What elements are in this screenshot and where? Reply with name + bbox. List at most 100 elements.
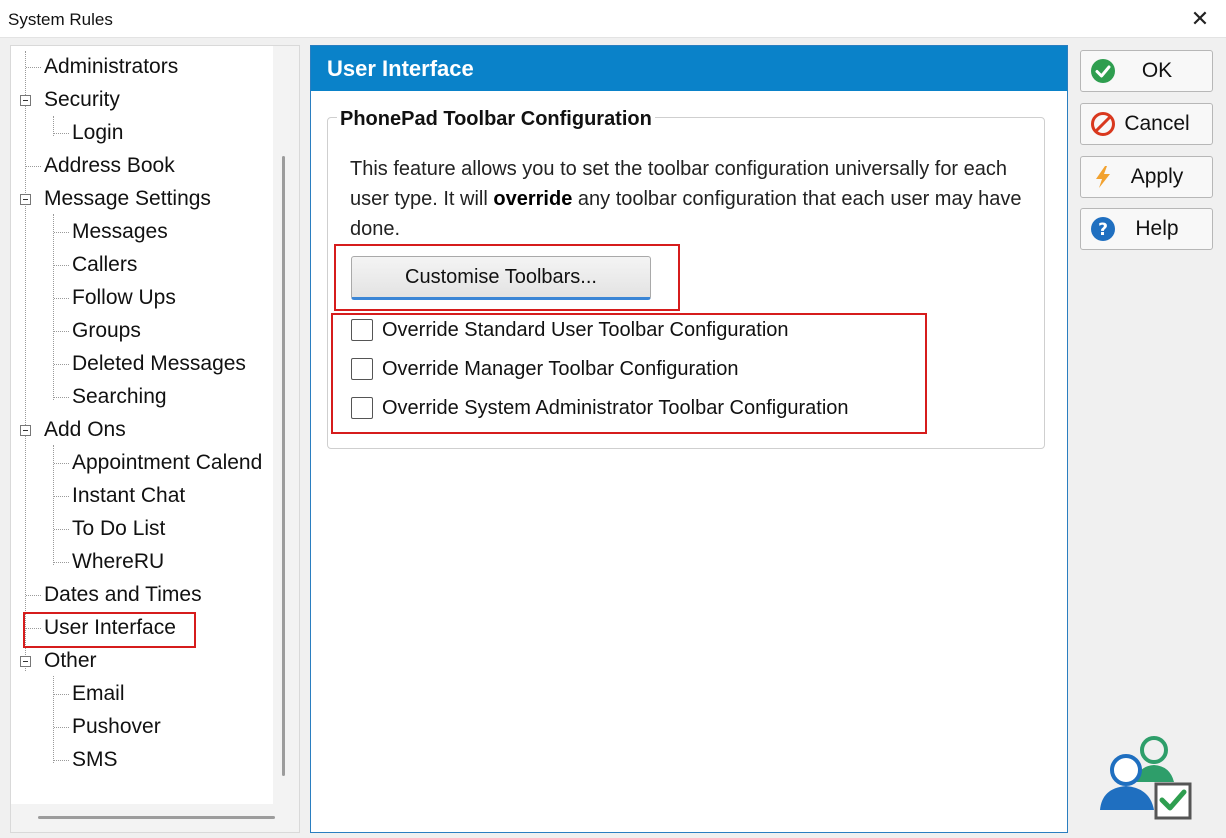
override-standard-user-checkbox[interactable]: Override Standard User Toolbar Configura… <box>351 315 789 345</box>
tree-item-messages[interactable]: Messages <box>72 217 168 247</box>
collapse-icon[interactable] <box>20 656 31 667</box>
tree-item-label: Groups <box>72 319 141 342</box>
help-button[interactable]: ? Help <box>1080 208 1213 250</box>
tree-item-label: SMS <box>72 748 118 771</box>
tree-item-label: Follow Ups <box>72 286 176 309</box>
panel-header: User Interface <box>311 46 1067 91</box>
tree-item-label: Other <box>44 649 97 672</box>
tree-connector <box>54 133 69 134</box>
tree-item-label: Searching <box>72 385 167 408</box>
description-emphasis: override <box>493 188 573 210</box>
override-manager-checkbox[interactable]: Override Manager Toolbar Configuration <box>351 354 739 384</box>
tree-item-to-do-list[interactable]: To Do List <box>72 514 165 544</box>
check-circle-icon <box>1090 58 1116 84</box>
tree-item-label: Messages <box>72 220 168 243</box>
selected-item-highlight <box>23 612 196 648</box>
tree-connector <box>54 331 69 332</box>
tree-item-whereru[interactable]: WhereRU <box>72 547 164 577</box>
tree-item-deleted-messages[interactable]: Deleted Messages <box>72 349 246 379</box>
feature-description: This feature allows you to set the toolb… <box>350 154 1030 244</box>
tree-item-label: Callers <box>72 253 138 276</box>
tree-connector <box>26 166 41 167</box>
tree-item-label: Appointment Calend <box>72 451 263 474</box>
apply-button[interactable]: Apply <box>1080 156 1213 198</box>
tree-item-message-settings[interactable]: Message Settings <box>44 184 211 214</box>
tree-item-instant-chat[interactable]: Instant Chat <box>72 481 185 511</box>
checkbox[interactable] <box>351 397 373 419</box>
checkbox[interactable] <box>351 358 373 380</box>
checkbox[interactable] <box>351 319 373 341</box>
tree-item-appointment-calendar[interactable]: Appointment Calend <box>72 448 272 478</box>
tree-item-label: Message Settings <box>44 187 211 210</box>
tree-connector <box>54 694 69 695</box>
checkbox-label: Override Manager Toolbar Configuration <box>382 358 739 380</box>
tree-item-label: Deleted Messages <box>72 352 246 375</box>
tree-vertical-scrollbar[interactable] <box>282 156 285 776</box>
tree-item-label: To Do List <box>72 517 166 540</box>
tree-item-callers[interactable]: Callers <box>72 250 137 280</box>
tree-item-searching[interactable]: Searching <box>72 382 167 412</box>
collapse-icon[interactable] <box>20 194 31 205</box>
tree-connector <box>54 265 69 266</box>
tree-connector <box>53 676 54 763</box>
tree-connector <box>54 529 69 530</box>
group-title: PhonePad Toolbar Configuration <box>337 106 655 132</box>
tree-item-label: Login <box>72 121 124 144</box>
tree-item-label: Instant Chat <box>72 484 186 507</box>
cancel-button[interactable]: Cancel <box>1080 103 1213 145</box>
collapse-icon[interactable] <box>20 95 31 106</box>
tree-connector <box>53 214 54 400</box>
tree-connector <box>25 51 26 671</box>
help-label: Help <box>1135 217 1179 240</box>
tree-scrollbar-track <box>273 46 299 832</box>
tree-item-login[interactable]: Login <box>72 118 123 148</box>
tree-connector <box>26 595 41 596</box>
settings-tree: Administrators Security Login Address Bo… <box>10 45 300 833</box>
tree-connector <box>54 364 69 365</box>
tree-item-add-ons[interactable]: Add Ons <box>44 415 126 445</box>
tree-item-label: Security <box>44 88 120 111</box>
prohibited-icon <box>1090 111 1116 137</box>
customise-toolbars-button[interactable]: Customise Toolbars... <box>351 256 651 300</box>
tree-horizontal-scrollbar[interactable] <box>38 816 275 819</box>
tree-item-groups[interactable]: Groups <box>72 316 141 346</box>
tree-item-label: Pushover <box>72 715 161 738</box>
collapse-icon[interactable] <box>20 425 31 436</box>
svg-text:?: ? <box>1098 220 1108 240</box>
question-circle-icon: ? <box>1090 216 1116 242</box>
tree-item-follow-ups[interactable]: Follow Ups <box>72 283 176 313</box>
ok-label: OK <box>1141 59 1173 82</box>
tree-connector <box>54 496 69 497</box>
tree-item-security[interactable]: Security <box>44 85 120 115</box>
tree-connector <box>54 463 69 464</box>
tree-item-pushover[interactable]: Pushover <box>72 712 161 742</box>
tree-connector <box>54 760 69 761</box>
tree-item-dates-and-times[interactable]: Dates and Times <box>44 580 202 610</box>
tree-item-address-book[interactable]: Address Book <box>44 151 175 181</box>
override-system-admin-checkbox[interactable]: Override System Administrator Toolbar Co… <box>351 393 849 423</box>
close-icon[interactable]: ✕ <box>1180 0 1220 38</box>
tree-connector <box>54 727 69 728</box>
tree-item-administrators[interactable]: Administrators <box>44 52 178 82</box>
apply-label: Apply <box>1130 165 1184 188</box>
tree-connector <box>26 67 41 68</box>
checkbox-label: Override Standard User Toolbar Configura… <box>382 319 789 341</box>
lightning-icon <box>1090 164 1116 190</box>
tree-item-label: Email <box>72 682 125 705</box>
tree-connector <box>54 562 69 563</box>
cancel-label: Cancel <box>1124 112 1190 135</box>
tree-connector <box>54 397 69 398</box>
ok-button[interactable]: OK <box>1080 50 1213 92</box>
users-check-icon <box>1096 730 1196 826</box>
checkbox-label: Override System Administrator Toolbar Co… <box>382 397 849 419</box>
tree-item-sms[interactable]: SMS <box>72 745 118 775</box>
tree-connector <box>54 232 69 233</box>
tree-item-label: WhereRU <box>72 550 165 573</box>
tree-item-other[interactable]: Other <box>44 646 97 676</box>
tree-item-label: Dates and Times <box>44 583 202 606</box>
tree-item-label: Address Book <box>44 154 175 177</box>
tree-item-label: Administrators <box>44 55 179 78</box>
tree-item-label: Add Ons <box>44 418 126 441</box>
settings-panel: User Interface PhonePad Toolbar Configur… <box>310 45 1068 833</box>
tree-item-email[interactable]: Email <box>72 679 125 709</box>
